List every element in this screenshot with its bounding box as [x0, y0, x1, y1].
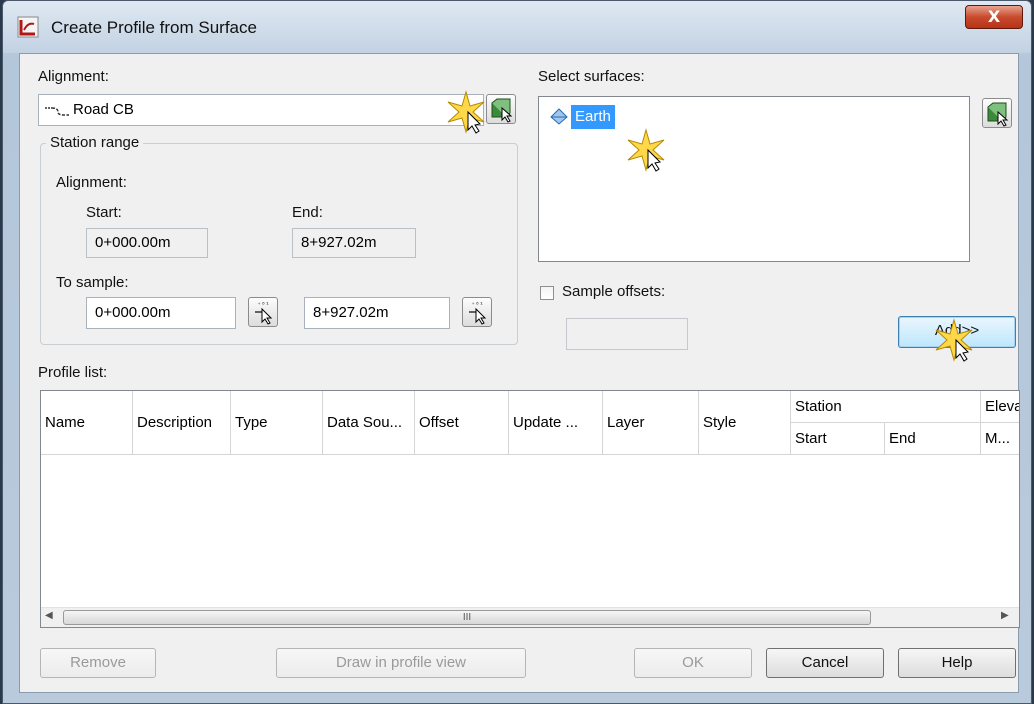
surface-item-label: Earth — [571, 105, 615, 129]
column-header-station-start[interactable]: Start — [791, 423, 885, 455]
pick-surface-button[interactable] — [982, 98, 1012, 128]
sample-offsets-label: Sample offsets: — [562, 283, 666, 300]
pick-alignment-button[interactable] — [486, 94, 516, 124]
click-highlight-icon — [627, 128, 665, 172]
alignment-value: Road CB — [73, 101, 134, 118]
close-icon: X — [987, 7, 1001, 26]
sample-start-input[interactable]: 0+000.00m — [86, 297, 236, 329]
surfaces-listbox[interactable]: Earth — [538, 96, 970, 262]
pick-end-station-button[interactable]: ⁺⁰¹ — [462, 297, 492, 327]
dialog-client-area: Alignment: Road CB Station range Alignme… — [19, 53, 1020, 693]
station-alignment-label: Alignment: — [56, 174, 127, 191]
pick-from-drawing-icon — [987, 102, 1009, 127]
station-range-label: Station range — [46, 134, 144, 151]
click-highlight-icon — [935, 318, 973, 362]
scroll-thumb[interactable]: III — [63, 610, 871, 625]
svg-text:⁺⁰¹: ⁺⁰¹ — [471, 301, 484, 309]
to-sample-label: To sample: — [56, 274, 129, 291]
title-bar[interactable]: Create Profile from Surface X — [3, 1, 1031, 53]
alignment-start-field: 0+000.00m — [86, 228, 208, 258]
dialog-window: Create Profile from Surface X Alignment:… — [2, 0, 1032, 704]
start-label: Start: — [86, 204, 122, 221]
scroll-left-icon[interactable]: ◀ — [45, 610, 53, 621]
column-header-station-end[interactable]: End — [885, 423, 981, 455]
alignment-combobox[interactable]: Road CB — [38, 94, 484, 126]
draw-in-profile-view-button[interactable]: Draw in profile view — [276, 648, 526, 678]
civil3d-app-icon — [17, 16, 39, 38]
column-header-offset[interactable]: Offset — [415, 391, 509, 455]
alignment-label: Alignment: — [38, 68, 109, 85]
svg-text:⁺⁰¹: ⁺⁰¹ — [257, 301, 270, 309]
help-button[interactable]: Help — [898, 648, 1016, 678]
scroll-grip-icon: III — [462, 612, 472, 623]
pick-start-station-button[interactable]: ⁺⁰¹ — [248, 297, 278, 327]
horizontal-scrollbar[interactable]: ◀ III ▶ — [41, 607, 1019, 627]
column-group-station: Station — [791, 391, 981, 423]
column-header-elevation-min[interactable]: M... — [981, 423, 1019, 455]
click-highlight-icon — [447, 90, 485, 134]
select-surfaces-label: Select surfaces: — [538, 68, 645, 85]
pick-from-drawing-icon — [491, 98, 513, 123]
column-header-name[interactable]: Name — [41, 391, 133, 455]
column-header-description[interactable]: Description — [133, 391, 231, 455]
alignment-icon — [45, 107, 69, 116]
column-group-elevation: Eleva — [981, 391, 1019, 423]
sample-offsets-checkbox[interactable] — [540, 286, 554, 300]
pick-station-icon: ⁺⁰¹ — [469, 301, 487, 325]
remove-button[interactable]: Remove — [40, 648, 156, 678]
profile-list-grid[interactable]: Name Description Type Data Sou... Offset… — [40, 390, 1020, 628]
profile-list-label: Profile list: — [38, 364, 108, 381]
column-header-type[interactable]: Type — [231, 391, 323, 455]
end-label: End: — [292, 204, 323, 221]
dialog-title: Create Profile from Surface — [51, 18, 257, 37]
column-header-layer[interactable]: Layer — [603, 391, 699, 455]
cancel-button[interactable]: Cancel — [766, 648, 884, 678]
column-header-data-source[interactable]: Data Sou... — [323, 391, 415, 455]
column-header-style[interactable]: Style — [699, 391, 791, 455]
column-header-update-mode[interactable]: Update ... — [509, 391, 603, 455]
scroll-right-icon[interactable]: ▶ — [1001, 610, 1009, 621]
ok-button[interactable]: OK — [634, 648, 752, 678]
pick-station-icon: ⁺⁰¹ — [255, 301, 273, 325]
close-button[interactable]: X — [965, 5, 1023, 29]
surface-icon — [550, 108, 568, 125]
alignment-end-field: 8+927.02m — [292, 228, 416, 258]
sample-end-input[interactable]: 8+927.02m — [304, 297, 450, 329]
sample-offsets-input[interactable] — [566, 318, 688, 350]
